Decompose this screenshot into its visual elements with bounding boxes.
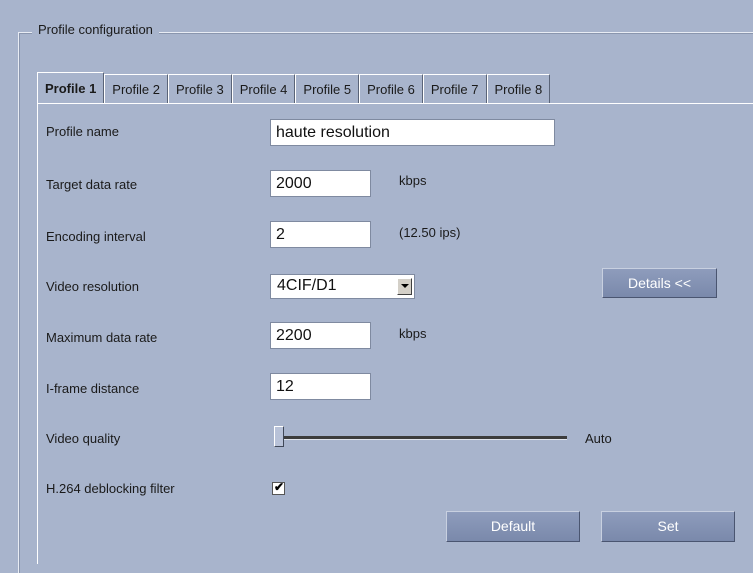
maximum-data-rate-input[interactable]: 2200 <box>270 322 371 349</box>
video-resolution-value: 4CIF/D1 <box>277 277 337 294</box>
iframe-distance-label: I-frame distance <box>46 381 140 396</box>
deblocking-filter-label: H.264 deblocking filter <box>46 481 175 496</box>
target-data-rate-input[interactable]: 2000 <box>270 170 371 197</box>
video-quality-label: Video quality <box>46 431 121 446</box>
profile-name-input[interactable]: haute resolution <box>270 119 555 146</box>
video-resolution-label: Video resolution <box>46 279 139 294</box>
checkmark-icon: ✔ <box>274 480 285 494</box>
tab-profile-5[interactable]: Profile 5 <box>295 74 360 104</box>
tab-profile-6[interactable]: Profile 6 <box>359 74 423 104</box>
target-data-rate-unit: kbps <box>399 173 427 188</box>
maximum-data-rate-label: Maximum data rate <box>46 330 158 345</box>
profile-name-label: Profile name <box>46 124 119 139</box>
tab-profile-2[interactable]: Profile 2 <box>104 74 168 104</box>
chevron-down-icon[interactable] <box>397 278 412 295</box>
target-data-rate-label: Target data rate <box>46 177 138 192</box>
default-button[interactable]: Default <box>446 511 580 542</box>
details-button[interactable]: Details << <box>602 268 717 298</box>
profile-tabs: Profile 1 Profile 2 Profile 3 Profile 4 … <box>37 72 551 104</box>
video-quality-value: Auto <box>585 431 612 446</box>
set-button[interactable]: Set <box>601 511 735 542</box>
tab-profile-8[interactable]: Profile 8 <box>486 74 551 104</box>
tab-profile-4[interactable]: Profile 4 <box>231 74 296 104</box>
deblocking-filter-checkbox[interactable]: ✔ <box>272 480 285 495</box>
video-resolution-select[interactable]: 4CIF/D1 <box>270 274 415 299</box>
iframe-distance-input[interactable]: 12 <box>270 373 371 400</box>
encoding-interval-note: (12.50 ips) <box>399 225 461 240</box>
maximum-data-rate-unit: kbps <box>399 326 427 341</box>
encoding-interval-input[interactable]: 2 <box>270 221 371 248</box>
group-legend: Profile configuration <box>32 22 159 37</box>
encoding-interval-label: Encoding interval <box>46 229 146 244</box>
video-quality-slider-thumb[interactable] <box>274 426 284 447</box>
video-quality-slider-track[interactable] <box>276 436 567 440</box>
tab-profile-3[interactable]: Profile 3 <box>168 74 232 104</box>
tab-profile-7[interactable]: Profile 7 <box>422 74 487 104</box>
tab-profile-1[interactable]: Profile 1 <box>37 72 105 104</box>
